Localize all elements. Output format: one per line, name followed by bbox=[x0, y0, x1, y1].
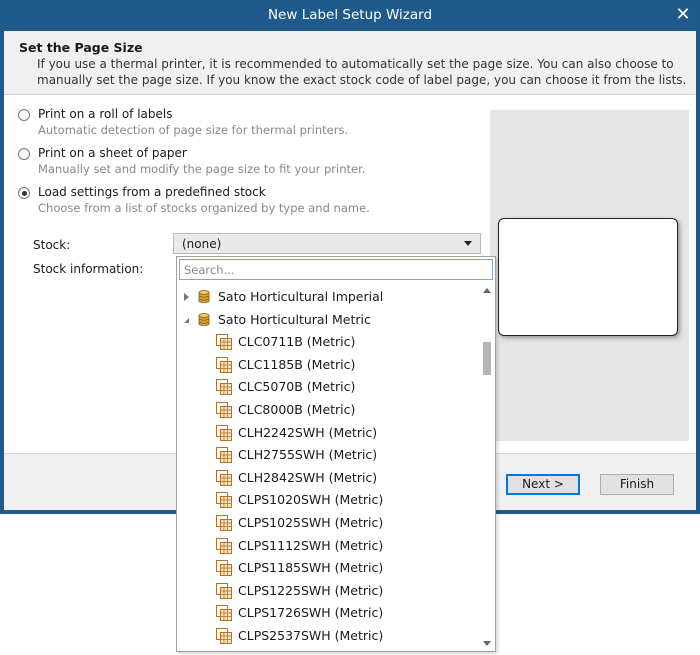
stock-grid-icon bbox=[216, 582, 232, 599]
tree-item-label: CLH2755SWH (Metric) bbox=[238, 447, 378, 463]
option-label[interactable]: Print on a sheet of paper bbox=[38, 146, 187, 160]
tree-item-label: Sato Horticultural Imperial bbox=[218, 289, 384, 304]
stock-select-value: (none) bbox=[182, 237, 222, 251]
tree-item-label: CLPS2537SWH (Metric) bbox=[238, 628, 384, 643]
stock-grid-icon bbox=[216, 379, 232, 396]
stock-label: Stock: bbox=[33, 238, 71, 252]
tree-scrollbar[interactable] bbox=[480, 284, 494, 650]
stock-grid-icon bbox=[216, 469, 232, 486]
stock-grid-icon bbox=[216, 605, 232, 622]
tree-item[interactable]: CLPS1020SWH (Metric) bbox=[177, 489, 477, 511]
stock-grid-icon bbox=[216, 537, 232, 554]
tree-group[interactable]: Sato Horticultural Metric bbox=[177, 309, 477, 331]
stock-grid-icon bbox=[216, 356, 232, 373]
stock-dropdown-popup: Sato Horticultural Imperial Sato Horticul… bbox=[176, 256, 496, 652]
radio-sheet-of-paper[interactable] bbox=[18, 148, 30, 160]
tree-item-label: CLPS1185SWH (Metric) bbox=[238, 560, 384, 576]
tree-item[interactable]: CLPS1025SWH (Metric) bbox=[177, 512, 477, 534]
stock-grid-icon bbox=[216, 492, 232, 509]
radio-predefined-stock[interactable] bbox=[18, 187, 30, 199]
tree-item-label: CLPS1225SWH (Metric) bbox=[238, 582, 384, 598]
option-label[interactable]: Print on a roll of labels bbox=[38, 107, 173, 121]
scroll-up-icon[interactable] bbox=[483, 288, 491, 293]
stock-search-input[interactable] bbox=[179, 259, 493, 280]
tree-item-label: CLC1185B (Metric) bbox=[238, 356, 356, 372]
tree-item-label: CLH2842SWH (Metric) bbox=[238, 469, 378, 485]
database-icon bbox=[198, 312, 210, 326]
tree-item[interactable]: CLH2755SWH (Metric) bbox=[177, 444, 477, 466]
stock-grid-icon bbox=[216, 515, 232, 531]
next-button[interactable]: Next > bbox=[506, 474, 580, 495]
dropdown-arrow-icon bbox=[464, 241, 472, 246]
window-title: New Label Setup Wizard bbox=[267, 7, 433, 23]
tree-item-label: CLPS1726SWH (Metric) bbox=[238, 605, 384, 621]
label-preview-shape bbox=[498, 218, 678, 336]
option-description: Manually set and modify the page size to… bbox=[38, 162, 366, 176]
tree-item[interactable]: CLPS2537SWH (Metric) bbox=[177, 625, 477, 647]
stock-grid-icon bbox=[216, 334, 232, 351]
tree-item-label: CLPS1020SWH (Metric) bbox=[238, 492, 384, 508]
finish-button[interactable]: Finish bbox=[600, 474, 674, 495]
page-title: Set the Page Size bbox=[19, 40, 143, 55]
stock-information-label: Stock information: bbox=[33, 262, 144, 276]
scroll-down-icon[interactable] bbox=[483, 641, 491, 646]
option-label[interactable]: Load settings from a predefined stock bbox=[38, 185, 266, 199]
tree-item[interactable]: CLPS1112SWH (Metric) bbox=[177, 535, 477, 557]
stock-grid-icon bbox=[216, 424, 232, 441]
stock-grid-icon bbox=[216, 447, 232, 464]
database-icon bbox=[198, 290, 210, 304]
wizard-header: Set the Page Size If you use a thermal p… bbox=[4, 31, 696, 95]
tree-item[interactable]: CLC0711B (Metric) bbox=[177, 331, 477, 353]
stock-grid-icon bbox=[216, 560, 232, 577]
tree-item-label: CLH2242SWH (Metric) bbox=[238, 424, 378, 440]
option-description: Choose from a list of stocks organized b… bbox=[38, 201, 370, 215]
tree-item[interactable]: CLC5070B (Metric) bbox=[177, 376, 477, 398]
option-description: Automatic detection of page size for the… bbox=[38, 123, 349, 137]
stock-tree: Sato Horticultural Imperial Sato Horticul… bbox=[177, 284, 479, 650]
label-preview-pane bbox=[490, 110, 689, 441]
stock-select[interactable]: (none) bbox=[173, 233, 481, 254]
tree-item-label: CLC8000B (Metric) bbox=[238, 402, 356, 417]
tree-item-label: CLC0711B (Metric) bbox=[238, 334, 356, 350]
tree-item[interactable]: CLH2242SWH (Metric) bbox=[177, 422, 477, 444]
stock-grid-icon bbox=[216, 402, 232, 418]
scroll-thumb[interactable] bbox=[483, 342, 491, 375]
tree-item[interactable]: CLPS1185SWH (Metric) bbox=[177, 557, 477, 579]
radio-roll-of-labels[interactable] bbox=[18, 109, 30, 121]
tree-item-label: CLC5070B (Metric) bbox=[238, 379, 356, 395]
expand-open-icon[interactable] bbox=[184, 317, 189, 323]
page-description: If you use a thermal printer, it is reco… bbox=[37, 57, 687, 87]
tree-item[interactable]: CLH2842SWH (Metric) bbox=[177, 467, 477, 489]
expand-closed-icon[interactable] bbox=[184, 293, 189, 301]
tree-item[interactable]: CLPS1726SWH (Metric) bbox=[177, 602, 477, 624]
tree-item[interactable]: CLPS1225SWH (Metric) bbox=[177, 580, 477, 602]
tree-item-label: CLPS1112SWH (Metric) bbox=[238, 537, 384, 553]
tree-group[interactable]: Sato Horticultural Imperial bbox=[177, 286, 477, 308]
tree-item-label: CLPS1025SWH (Metric) bbox=[238, 515, 384, 530]
stock-grid-icon bbox=[216, 628, 232, 644]
tree-item-label: Sato Horticultural Metric bbox=[218, 311, 371, 327]
tree-item[interactable]: CLC8000B (Metric) bbox=[177, 399, 477, 421]
close-icon[interactable]: ✕ bbox=[672, 0, 694, 31]
tree-item[interactable]: CLC1185B (Metric) bbox=[177, 354, 477, 376]
